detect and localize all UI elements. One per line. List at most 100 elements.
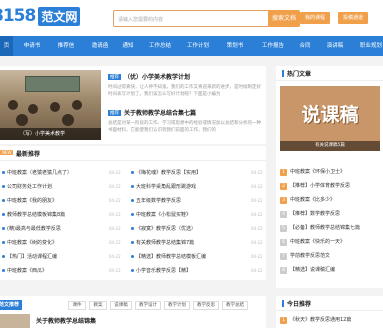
main-nav: 页 申请书 推荐信 邀请函 通知 工作总结 工作计划 策划书 工作报告 合同 演… [0,36,383,56]
list-item-date: 04-22 [109,212,121,217]
submit-button[interactable]: 投稿通道 [338,12,368,24]
list-item[interactable]: 《梅花魂》教学反思【实用】 04-22 [131,167,263,179]
article-title[interactable]: （优）小学美术教学计划 [124,72,190,81]
list-item[interactable]: 《寂寞》教学反思（优选） 04-22 [131,223,263,235]
logo-text: 范文网 [38,6,81,26]
nav-item[interactable]: 职业规划 [355,36,383,56]
category-pill[interactable]: 课件 [68,301,86,310]
bullet-icon [2,213,5,216]
ranked-item[interactable]: 1 中班教案《环保小卫士》 [280,166,345,178]
title-marker [282,300,284,307]
today-item-title: 《秋天》教学反思通用12篇 [290,317,352,323]
category-pill[interactable]: 教学计划 [164,301,190,310]
list-item[interactable]: 教师教学总结模板锦集8篇 04-22 [2,209,121,221]
list-item[interactable]: 【热门】活动课程汇编 04-22 [2,251,121,263]
nav-item[interactable]: 邀请函 [85,36,115,56]
site-logo[interactable]: 8158 范文网 [0,6,81,26]
list-item-title: 教师教学总结模板锦集8篇 [7,212,66,218]
list-item-title: 五年级数学教学反思 [136,198,182,204]
nav-item[interactable]: 工作报告 [256,36,290,56]
category-pill[interactable]: 说课稿 [110,301,132,310]
ranked-item-title: 中班教案《快乐的一天》 [290,239,346,245]
my-courses-button[interactable]: 我的课程 [300,12,330,24]
article-title[interactable]: 关于教师教学总结合集七篇 [124,108,196,117]
ranked-item[interactable]: 2 【推荐】小学体育教学反思 [280,180,350,192]
list-item[interactable]: 中班教案《西瓜》 04-22 [2,265,121,277]
list-item-date: 04-22 [251,268,263,273]
bullet-icon [131,185,134,188]
ranked-item[interactable]: 3 中班教案《比多少》 [280,194,335,206]
recommend-tag: 推荐 [108,109,121,116]
bullet-icon [131,171,134,174]
category-pill[interactable]: 教学设计 [135,301,161,310]
list-item[interactable]: 有关教师教学总结集锦7篇 04-22 [131,237,263,249]
article-thumbnail[interactable] [0,314,30,328]
nav-item[interactable]: 推荐信 [51,36,81,56]
nav-item[interactable]: 申请书 [17,36,47,56]
rank-number: 5 [280,225,287,232]
list-item[interactable]: 小学音乐教学反思【精】 04-22 [131,265,263,277]
bullet-icon [131,199,134,202]
bullet-icon [2,227,5,230]
list-item-date: 04-22 [251,184,263,189]
list-item[interactable]: 大班科学桌角乱跟形跳游戏 04-22 [131,181,263,193]
bullet-icon [2,185,5,188]
article-title[interactable]: 关于教师教学总结锦集 [36,316,96,325]
list-item-title: 中班教案《小松鼠买鞋》 [136,212,192,218]
search-input[interactable]: 请输入您需要的内容 [113,10,269,27]
bullet-icon [131,213,134,216]
list-item[interactable]: 中班教案《小松鼠买鞋》 04-22 [131,209,263,221]
nav-item[interactable]: 合同 [294,36,316,56]
bullet-icon [131,269,134,272]
ranked-item-title: 【必备】教师教学总结锦集七篇 [290,225,361,231]
ranked-item[interactable]: 4 【推荐】数学教学反思 [280,208,340,220]
list-item[interactable]: 五年级数学教学反思 04-22 [131,195,263,207]
featured-article[interactable]: 推荐 （优）小学美术教学计划 时间过得真快，让人神不知鬼，我们的工作又将迎来新的进… [108,72,263,98]
new-badge: NEW [0,150,14,155]
today-item[interactable]: 1 《秋天》教学反思通用12篇 [280,314,351,326]
nav-item[interactable]: 工作计划 [181,36,215,56]
title-marker [282,70,284,77]
student-shape [62,114,74,126]
rank-number: 2 [280,183,287,190]
list-item-title: 中班教案《西瓜》 [7,268,48,274]
nav-item[interactable]: 通知 [117,36,139,56]
nav-item[interactable]: 工作总结 [143,36,177,56]
list-item[interactable]: 中班教案《树的变化》 04-22 [2,237,121,249]
search-button[interactable]: 搜索文档 [268,10,300,27]
hot-title: 热门文章 [287,71,312,78]
rank-number: 4 [280,211,287,218]
nav-item[interactable]: 策划书 [221,36,249,56]
rank-number: 1 [280,169,287,176]
classroom-photo[interactable]: （写）小学美术教学 [0,70,101,140]
list-item[interactable]: 【精选】教师教学总结模板汇编 04-22 [131,251,263,263]
category-pill[interactable]: 教学总结 [222,301,248,310]
list-item[interactable]: (精)最高与最低教学反思 04-22 [2,223,121,235]
list-item[interactable]: 公司财务处工作计划 04-22 [2,181,121,193]
rank-number: 1 [280,317,287,324]
student-shape [50,102,60,112]
list-item-date: 04-22 [109,226,121,231]
bullet-icon [2,255,5,258]
ranked-item[interactable]: 8 【精选】说课稿汇编 [280,264,335,276]
ranked-item[interactable]: 5 【必备】教师教学总结锦集七篇 [280,222,360,234]
featured-article[interactable]: 推荐 关于教师教学总结合集七篇 总结是对某一阶段的工作、学习或思想中的经验或情况加… [108,108,263,134]
ranked-item[interactable]: 6 中班教案《快乐的一天》 [280,236,345,248]
category-pill[interactable]: 教学反思 [193,301,219,310]
ranked-item[interactable]: 7 学前教学反思范文 [280,250,330,262]
category-pill[interactable]: 教案 [89,301,107,310]
list-item[interactable]: 中班教案（老猿老猿几点了） 04-22 [2,167,121,179]
nav-item[interactable]: 演讲稿 [322,36,348,56]
nav-home[interactable]: 页 [0,36,13,56]
list-item-title: 【精选】教师教学总结模板汇编 [136,254,207,260]
list-item[interactable]: 中班教案《我的朋友》 04-22 [2,195,121,207]
list-item-date: 04-22 [109,254,121,259]
list-item-date: 04-22 [251,240,263,245]
list-item-title: 中班教案《树的变化》 [7,240,58,246]
rank-number: 3 [280,197,287,204]
rank-number: 6 [280,239,287,246]
today-panel: 今日推荐 1 《秋天》教学反思通用12篇 [276,296,383,328]
student-shape [28,104,38,114]
hot-image[interactable]: 说课稿 有关说课稿5篇 [280,86,380,151]
hot-caption: 有关说课稿5篇 [280,141,380,151]
